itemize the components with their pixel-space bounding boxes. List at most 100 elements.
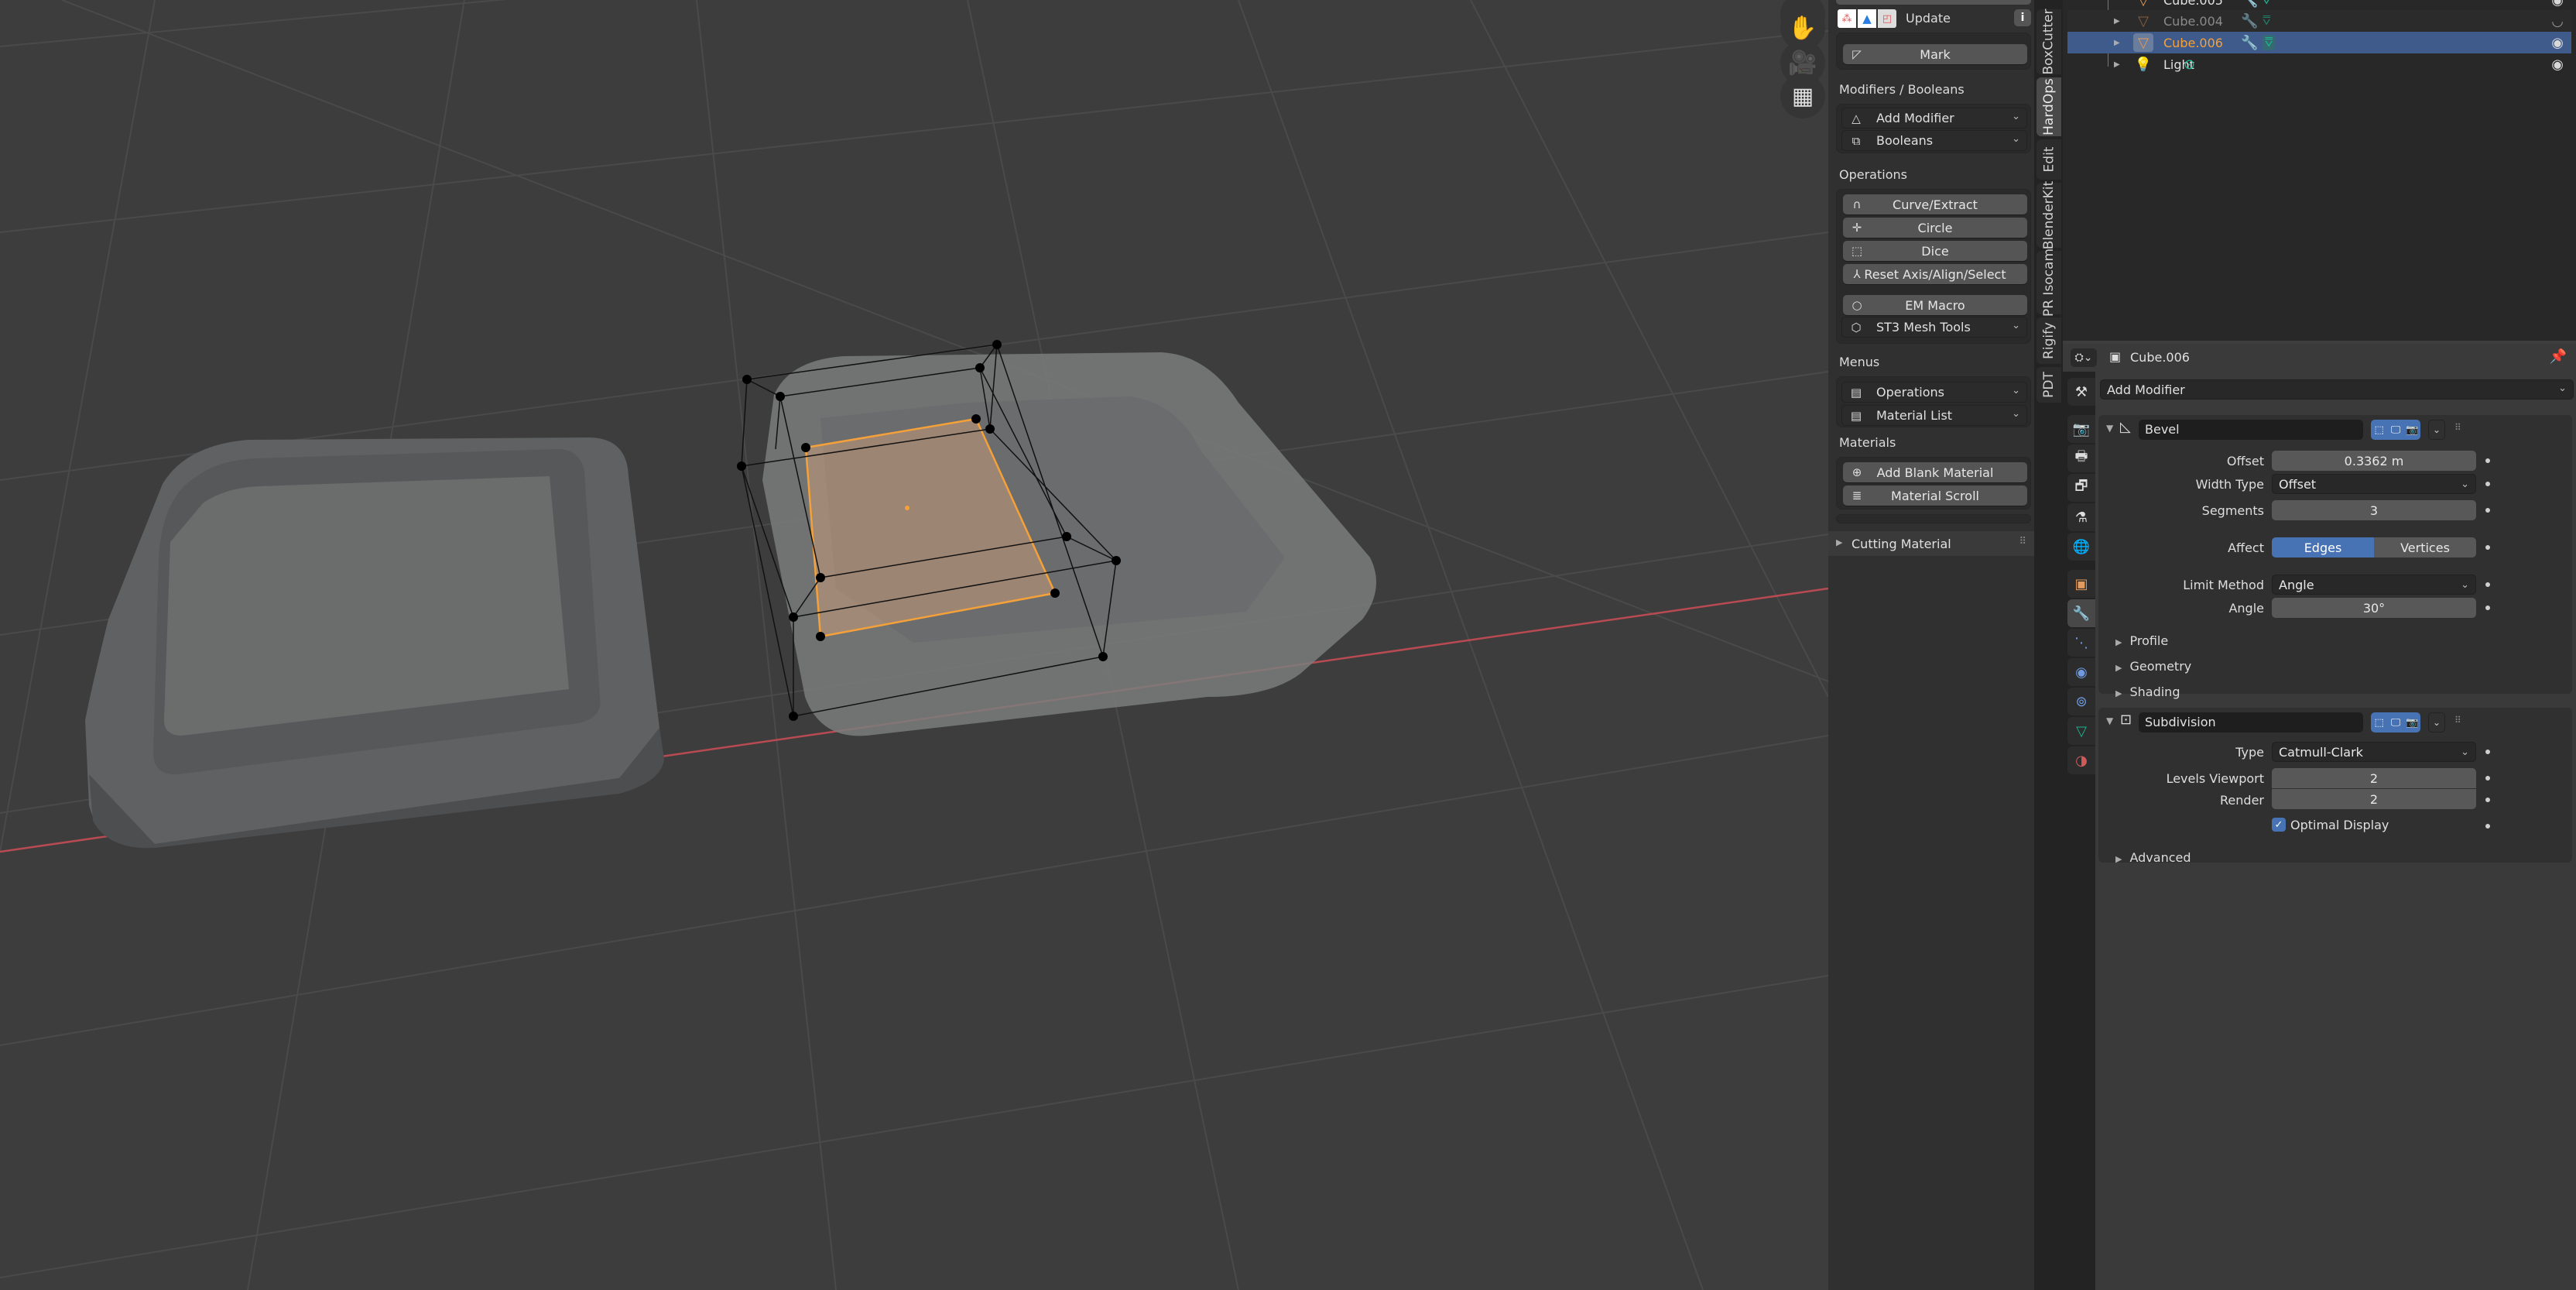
add-blank-material-button[interactable]: ⊕ Add Blank Material	[1843, 462, 2027, 482]
material-list-dropdown[interactable]: ▤ Material List ⌄	[1841, 405, 2027, 426]
geometry-subpanel[interactable]: ▶ Geometry	[2115, 659, 2191, 674]
modifier-wrench-icon[interactable]: 🔧	[2241, 0, 2258, 9]
tab-hardops[interactable]: HardOps	[2036, 77, 2061, 136]
segments-field[interactable]: 3	[2272, 500, 2476, 520]
light-data-icon[interactable]: ⊙	[2184, 57, 2195, 73]
modifier-wrench-icon[interactable]: 🔧	[2241, 35, 2258, 51]
object-tab-icon[interactable]: ▣	[2067, 570, 2095, 598]
profile-subpanel[interactable]: ▶ Profile	[2115, 633, 2168, 648]
width-type-dropdown[interactable]: Offset ⌄	[2272, 474, 2476, 494]
tab-boxcutter[interactable]: BoxCutter	[2036, 9, 2061, 75]
collapse-triangle-icon[interactable]: ▼	[2106, 423, 2113, 434]
viewport-toggle-icon[interactable]: 🖵	[2387, 712, 2403, 732]
material-tab-icon[interactable]: ◑	[2067, 746, 2095, 774]
particles-tab-icon[interactable]: ⋱	[2067, 629, 2095, 657]
drag-handle-icon[interactable]: ⠿	[2454, 422, 2461, 433]
add-modifier-dropdown[interactable]: Add Modifier ⌄	[2100, 379, 2574, 400]
tab-edit[interactable]: Edit	[2036, 139, 2061, 180]
limit-method-dropdown[interactable]: Angle ⌄	[2272, 575, 2476, 595]
cutting-material-panel-header[interactable]: ▶ Cutting Material ⠿	[1828, 531, 2034, 556]
expand-triangle-icon[interactable]: ▶	[2114, 60, 2120, 69]
info-icon[interactable]: i	[2014, 9, 2031, 26]
constraints-tab-icon[interactable]: ⊚	[2067, 688, 2095, 715]
mark-button[interactable]: ◸ Mark	[1843, 44, 2027, 64]
keyframe-dot-icon[interactable]	[2485, 750, 2490, 754]
levels-viewport-field[interactable]: 2	[2272, 768, 2476, 788]
st3-mesh-tools-dropdown[interactable]: ⬡ ST3 Mesh Tools ⌄	[1841, 317, 2027, 338]
scene-tab-icon[interactable]: ⚗	[2067, 503, 2095, 531]
bevel-modifier-header[interactable]: ▼ ◺ Bevel ⬚ 🖵 📷 ⌄ ⠿	[2098, 415, 2572, 443]
grid-ortho-icon[interactable]: ▦	[1780, 74, 1825, 118]
outliner-row-cube-004[interactable]: ▶ ▽ Cube.004 🔧 ⩢ ◡	[2067, 10, 2571, 32]
tab-rigify[interactable]: Rigify	[2036, 317, 2061, 364]
tab-pr-isocam[interactable]: PR Isocam	[2036, 249, 2061, 317]
angle-field[interactable]: 30°	[2272, 598, 2476, 618]
outliner-row-light[interactable]: ▶ 💡 Light ⊙ ◉	[2067, 53, 2571, 75]
subdivision-type-dropdown[interactable]: Catmull-Clark ⌄	[2272, 742, 2476, 762]
offset-field[interactable]: 0.3362 m	[2272, 451, 2476, 471]
curve-extract-button[interactable]: ∩ Curve/Extract	[1843, 194, 2027, 214]
tray-object-selected[interactable]	[737, 340, 1376, 736]
expand-triangle-icon[interactable]: ▶	[2114, 17, 2120, 26]
expand-triangle-icon[interactable]: ▶	[2114, 39, 2120, 47]
mesh-data-icon[interactable]: ⩢	[2263, 13, 2270, 29]
circle-button[interactable]: ✛ Circle	[1843, 218, 2027, 238]
tray-object-left[interactable]	[85, 437, 664, 849]
keyframe-dot-icon[interactable]	[2485, 606, 2490, 610]
keyframe-dot-icon[interactable]	[2485, 582, 2490, 587]
mesh-data-tab-icon[interactable]: ▽	[2067, 717, 2095, 745]
visibility-hidden-icon[interactable]: ◡	[2551, 13, 2564, 29]
optimal-display-checkbox[interactable]: ✓	[2272, 818, 2286, 832]
render-tab-icon[interactable]: 📷	[2067, 415, 2095, 443]
render-toggle-icon[interactable]: 📷	[2404, 420, 2420, 440]
keyframe-dot-icon[interactable]	[2485, 508, 2490, 513]
outliner-row-cube-006[interactable]: ▶ ▽ Cube.006 🔧 ⩢ ◉	[2067, 32, 2571, 53]
cutoff-button[interactable]	[1836, 0, 2031, 5]
collapse-triangle-icon[interactable]: ▼	[2106, 715, 2113, 726]
physics-tab-icon[interactable]: ◉	[2067, 658, 2095, 686]
tool-tab-icon[interactable]: ⚒	[2067, 378, 2095, 406]
material-scroll-button[interactable]: ≣ Material Scroll	[1843, 485, 2027, 506]
keyframe-dot-icon[interactable]	[2485, 776, 2490, 781]
visibility-eye-icon[interactable]: ◉	[2551, 35, 2564, 51]
mesh-data-icon[interactable]: ⩢	[2263, 35, 2276, 50]
rss-icon[interactable]: ⁂	[1838, 9, 1856, 28]
update-label[interactable]: Update	[1906, 11, 1951, 26]
subdivision-name-field[interactable]: Subdivision	[2139, 712, 2363, 732]
advanced-subpanel[interactable]: ▶ Advanced	[2115, 850, 2191, 865]
drag-handle-icon[interactable]: ⠿	[2454, 715, 2461, 726]
gumroad-icon[interactable]: ◰	[1878, 9, 1896, 28]
viewport-toggle-icon[interactable]: 🖵	[2387, 420, 2403, 440]
render-toggle-icon[interactable]: 📷	[2404, 712, 2420, 732]
bevel-name-field[interactable]: Bevel	[2139, 420, 2363, 440]
booleans-dropdown[interactable]: ⧉ Booleans ⌄	[1841, 130, 2027, 151]
add-modifier-dropdown[interactable]: △ Add Modifier ⌄	[1841, 108, 2027, 129]
viewport-scene[interactable]	[0, 0, 1828, 1290]
pin-icon[interactable]: 📌	[2550, 348, 2567, 365]
visibility-eye-icon[interactable]: ◉	[2551, 0, 2564, 9]
edit-mode-toggle-icon[interactable]: ⬚	[2371, 420, 2387, 440]
modifiers-tab-icon[interactable]: 🔧	[2067, 599, 2095, 627]
operations-menu-dropdown[interactable]: ▤ Operations ⌄	[1841, 382, 2027, 403]
reset-axis-button[interactable]: ⅄ Reset Axis/Align/Select	[1843, 264, 2027, 284]
subdivision-modifier-header[interactable]: ▼ ⊡ Subdivision ⬚ 🖵 📷 ⌄ ⠿	[2098, 708, 2572, 736]
output-tab-icon[interactable]: 🖶	[2067, 444, 2095, 472]
mesh-data-icon[interactable]: ⩢	[2263, 0, 2270, 8]
affect-edges-toggle[interactable]: Edges	[2272, 537, 2374, 558]
outliner-row-cube-005[interactable]: ▽ Cube.005 🔧 ⩢ ◉	[2067, 0, 2571, 11]
view-layer-tab-icon[interactable]: 🗗	[2067, 474, 2095, 502]
keyframe-dot-icon[interactable]	[2485, 545, 2490, 550]
drag-handle-icon[interactable]: ⠿	[2019, 536, 2026, 547]
modifier-options-chevron-icon[interactable]: ⌄	[2428, 712, 2445, 732]
world-tab-icon[interactable]: 🌐	[2067, 533, 2095, 561]
keyframe-dot-icon[interactable]	[2485, 824, 2490, 829]
shading-subpanel[interactable]: ▶ Shading	[2115, 684, 2180, 699]
render-levels-field[interactable]: 2	[2272, 789, 2476, 809]
tab-pdt[interactable]: PDT	[2036, 367, 2061, 403]
tab-blenderkit[interactable]: BlenderKit	[2036, 181, 2061, 249]
modifier-options-chevron-icon[interactable]: ⌄	[2428, 420, 2445, 440]
hardops-logo-icon[interactable]: ▲	[1858, 9, 1876, 28]
affect-vertices-toggle[interactable]: Vertices	[2374, 537, 2476, 558]
3d-viewport[interactable]: ⌕ ✋ 🎥 ▦	[0, 0, 1828, 1290]
keyframe-dot-icon[interactable]	[2485, 798, 2490, 802]
